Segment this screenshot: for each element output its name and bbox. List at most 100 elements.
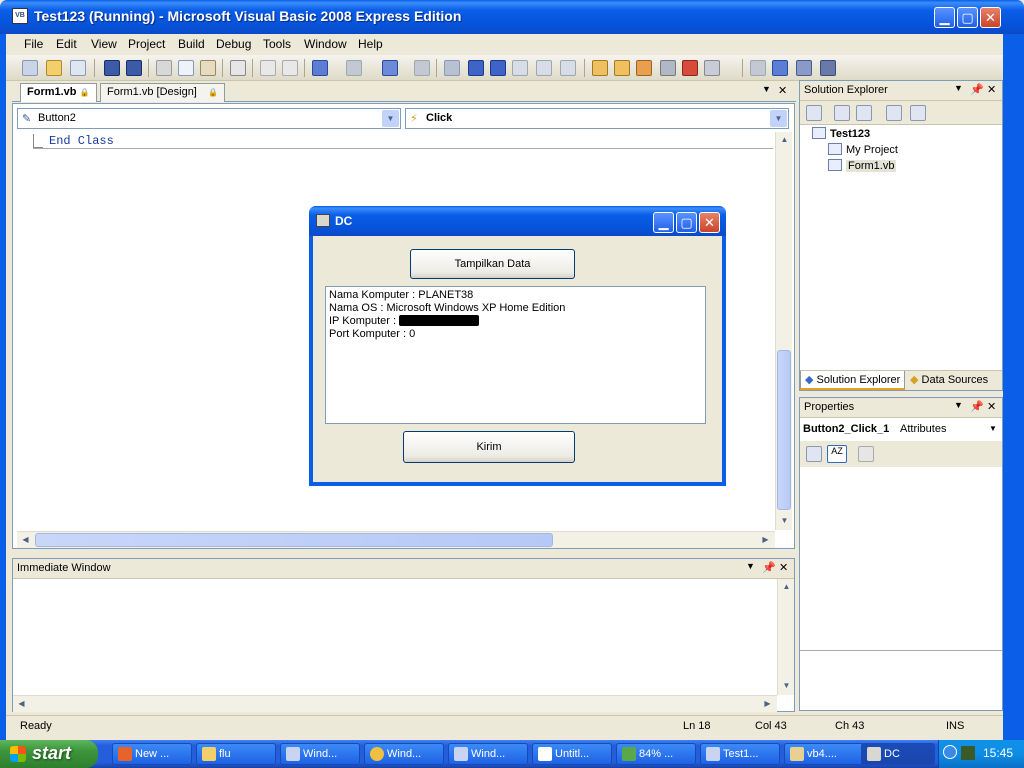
panel-dropdown-icon[interactable]: ▼ xyxy=(954,83,963,93)
scroll-right-icon[interactable]: ▶ xyxy=(757,532,774,549)
immediate-vertical-scrollbar[interactable]: ▲ ▼ xyxy=(777,579,794,695)
scroll-down-icon[interactable]: ▼ xyxy=(776,513,793,530)
tab-form1-code[interactable]: Form1.vb 🔒 xyxy=(20,83,97,102)
toolbar2-arrow-icon[interactable] xyxy=(750,60,766,76)
tab-solution-explorer[interactable]: ◆ Solution Explorer xyxy=(800,371,906,390)
view-code-icon[interactable] xyxy=(886,105,902,121)
clock[interactable]: 15:45 xyxy=(983,746,1013,760)
menu-window[interactable]: Window xyxy=(304,37,347,51)
toolbar2-window-icon[interactable] xyxy=(772,60,788,76)
tree-my-project[interactable]: My Project xyxy=(828,143,898,156)
solution-explorer-icon[interactable] xyxy=(592,60,608,76)
scroll-thumb[interactable] xyxy=(35,533,553,547)
panel-dropdown-icon[interactable]: ▼ xyxy=(746,561,755,571)
dc-close-button[interactable]: ✕ xyxy=(699,212,720,233)
add-item-icon[interactable] xyxy=(70,60,86,76)
pin-icon[interactable]: 📌 xyxy=(970,400,984,413)
save-icon[interactable] xyxy=(104,60,120,76)
toolbar2-list-icon[interactable] xyxy=(796,60,812,76)
menu-help[interactable]: Help xyxy=(358,37,383,51)
minimize-button[interactable]: ▁ xyxy=(934,7,955,28)
show-all-files-icon[interactable] xyxy=(834,105,850,121)
form-icon[interactable] xyxy=(316,214,330,227)
property-pages-icon[interactable] xyxy=(858,446,874,462)
editor-vertical-scrollbar[interactable]: ▲ ▼ xyxy=(775,132,792,530)
taskbar-item-download[interactable]: 84% ... xyxy=(616,743,696,765)
object-browser-icon[interactable] xyxy=(636,60,652,76)
taskbar-item-new[interactable]: New ... xyxy=(112,743,192,765)
close-panel-icon[interactable]: ✕ xyxy=(987,83,996,96)
close-button[interactable]: ✕ xyxy=(980,7,1001,28)
menu-file[interactable]: File xyxy=(24,37,43,51)
properties-window-icon[interactable] xyxy=(614,60,630,76)
taskbar-item-wind-3[interactable]: Wind... xyxy=(448,743,528,765)
panel-dropdown-icon[interactable]: ▼ xyxy=(954,400,963,410)
network-icon[interactable] xyxy=(961,746,975,760)
comment-icon[interactable] xyxy=(260,60,276,76)
maximize-button[interactable]: ▢ xyxy=(957,7,978,28)
close-panel-icon[interactable]: ✕ xyxy=(987,400,996,413)
close-panel-icon[interactable]: ✕ xyxy=(779,561,788,574)
navigate-back-icon[interactable] xyxy=(382,60,398,76)
new-project-icon[interactable] xyxy=(22,60,38,76)
cut-icon[interactable] xyxy=(156,60,172,76)
taskbar-item-dc[interactable]: DC xyxy=(861,743,935,765)
find-icon[interactable] xyxy=(230,60,246,76)
tray-expand-icon[interactable] xyxy=(943,745,957,759)
save-all-icon[interactable] xyxy=(126,60,142,76)
view-designer-icon[interactable] xyxy=(910,105,926,121)
kirim-button[interactable]: Kirim xyxy=(403,431,575,463)
properties-icon[interactable] xyxy=(806,105,822,121)
menu-view[interactable]: View xyxy=(91,37,117,51)
step-out-icon[interactable] xyxy=(560,60,576,76)
menu-debug[interactable]: Debug xyxy=(216,37,251,51)
step-over-icon[interactable] xyxy=(536,60,552,76)
menu-project[interactable]: Project xyxy=(128,37,165,51)
editor-horizontal-scrollbar[interactable]: ◀ ▶ xyxy=(17,531,775,548)
taskbar-item-wind-1[interactable]: Wind... xyxy=(280,743,360,765)
toolbox-icon[interactable] xyxy=(660,60,676,76)
tab-dropdown-icon[interactable]: ▼ xyxy=(762,84,771,94)
scroll-thumb[interactable] xyxy=(777,350,791,510)
info-textbox[interactable]: Nama Komputer : PLANET38 Nama OS : Micro… xyxy=(325,286,706,424)
redo-icon[interactable] xyxy=(346,60,362,76)
toolbar2-format-icon[interactable] xyxy=(820,60,836,76)
tree-form1[interactable]: Form1.vb xyxy=(828,159,897,172)
title-bar[interactable]: VB Test123 (Running) - Microsoft Visual … xyxy=(0,0,1024,34)
open-file-icon[interactable] xyxy=(46,60,62,76)
dc-title-bar[interactable]: DC ▁ ▢ ✕ xyxy=(309,206,726,236)
menu-build[interactable]: Build xyxy=(178,37,205,51)
navigate-forward-icon[interactable] xyxy=(414,60,430,76)
taskbar-item-wind-2[interactable]: Wind... xyxy=(364,743,444,765)
immediate-window[interactable]: Immediate Window ▼ 📌 ✕ ▲ ▼ ◀ ▶ xyxy=(12,558,795,712)
uncomment-icon[interactable] xyxy=(282,60,298,76)
scroll-up-icon[interactable]: ▲ xyxy=(776,132,793,149)
immediate-horizontal-scrollbar[interactable]: ◀ ▶ xyxy=(13,695,777,712)
copy-icon[interactable] xyxy=(178,60,194,76)
menu-tools[interactable]: Tools xyxy=(263,37,291,51)
dc-maximize-button[interactable]: ▢ xyxy=(676,212,697,233)
dc-minimize-button[interactable]: ▁ xyxy=(653,212,674,233)
taskbar-item-test1[interactable]: Test1... xyxy=(700,743,780,765)
break-all-icon[interactable] xyxy=(468,60,484,76)
vb-app-icon[interactable]: VB xyxy=(12,8,28,24)
event-combo[interactable]: ⚡ Click ▼ xyxy=(405,108,789,129)
taskbar-item-untitled[interactable]: Untitl... xyxy=(532,743,612,765)
scroll-left-icon[interactable]: ◀ xyxy=(17,532,34,549)
start-debugging-icon[interactable] xyxy=(444,60,460,76)
taskbar-item-flu[interactable]: flu xyxy=(196,743,276,765)
tab-data-sources[interactable]: ◆ Data Sources xyxy=(906,371,992,390)
step-into-icon[interactable] xyxy=(512,60,528,76)
undo-icon[interactable] xyxy=(312,60,328,76)
chevron-down-icon[interactable]: ▼ xyxy=(989,424,997,433)
start-page-icon[interactable] xyxy=(704,60,720,76)
object-selector[interactable]: Button2_Click_1 Attributes ▼ xyxy=(800,419,1002,441)
tampilkan-data-button[interactable]: Tampilkan Data xyxy=(410,249,575,279)
error-list-icon[interactable] xyxy=(682,60,698,76)
taskbar-item-vb4[interactable]: vb4.... xyxy=(784,743,864,765)
tab-form1-design[interactable]: Form1.vb [Design] 🔒 xyxy=(100,83,225,102)
scroll-left-icon[interactable]: ◀ xyxy=(13,696,30,713)
categorized-icon[interactable] xyxy=(806,446,822,462)
scroll-down-icon[interactable]: ▼ xyxy=(778,678,795,695)
chevron-down-icon[interactable]: ▼ xyxy=(770,110,787,127)
